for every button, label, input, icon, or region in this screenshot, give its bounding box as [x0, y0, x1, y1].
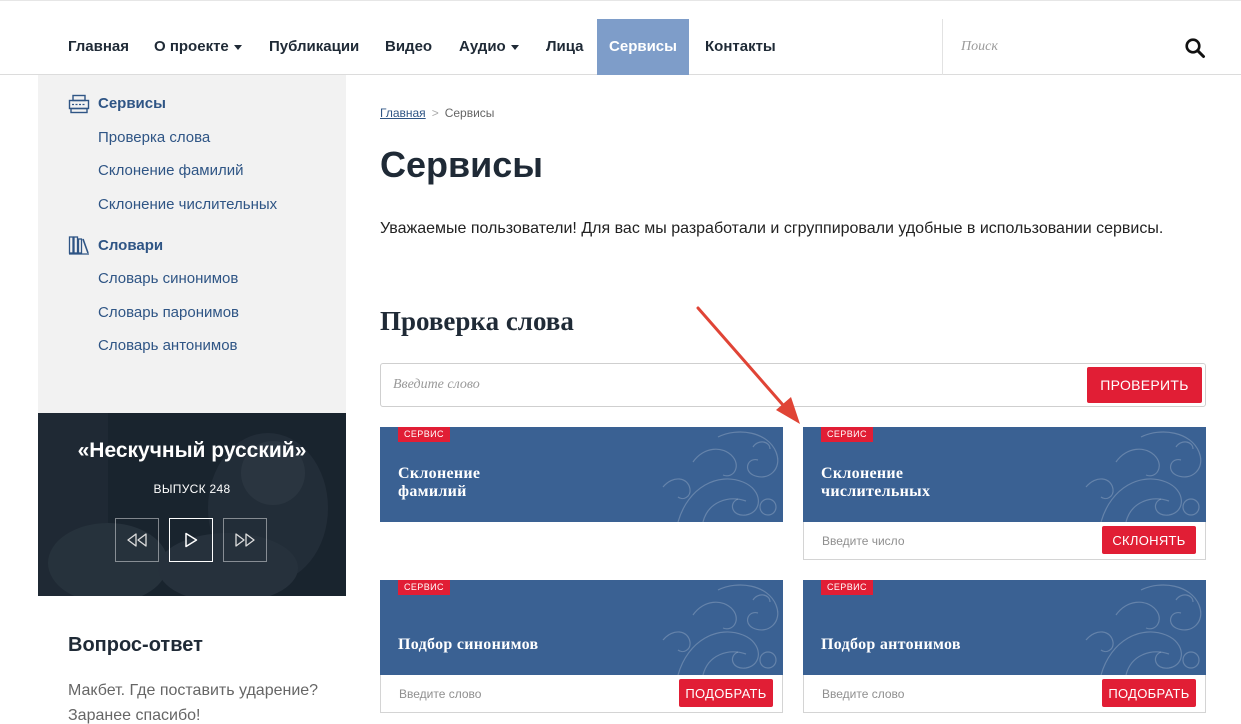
breadcrumb: Главная > Сервисы: [380, 106, 494, 120]
nav-item-contacts[interactable]: Контакты: [705, 19, 776, 75]
sidebar-group-dictionaries[interactable]: Словари: [98, 237, 163, 254]
sidebar-link-surnames[interactable]: Склонение фамилий: [98, 162, 244, 179]
check-button[interactable]: ПРОВЕРИТЬ: [1087, 367, 1202, 403]
card-banner[interactable]: СЕРВИС Склонение фамилий: [380, 427, 783, 522]
qa-title: Вопрос-ответ: [68, 634, 203, 656]
section-title-word-check: Проверка слова: [380, 306, 574, 336]
card-banner[interactable]: СЕРВИС Склонение числительных: [803, 427, 1206, 522]
play-button[interactable]: [169, 518, 213, 562]
nav-item-about[interactable]: О проекте: [154, 19, 242, 75]
service-badge: СЕРВИС: [821, 427, 873, 442]
caret-down-icon: [233, 44, 242, 50]
ornament-icon: [1085, 431, 1202, 522]
breadcrumb-separator: >: [431, 106, 439, 120]
sidebar-link-antonyms[interactable]: Словарь антонимов: [98, 337, 238, 354]
qa-question-link[interactable]: Макбет. Где поставить ударение? Заранее …: [68, 678, 338, 724]
ornament-icon: [662, 584, 779, 675]
play-icon: [185, 532, 198, 548]
ornament-icon: [662, 431, 779, 522]
nav-item-home[interactable]: Главная: [68, 19, 129, 75]
nav-item-publications[interactable]: Публикации: [269, 19, 359, 75]
service-badge: СЕРВИС: [398, 427, 450, 442]
page-title: Сервисы: [380, 144, 544, 185]
card-form: ПОДОБРАТЬ: [380, 675, 783, 713]
rewind-button[interactable]: [115, 518, 159, 562]
caret-down-icon: [510, 44, 519, 50]
card-title: Подбор синонимов: [398, 636, 539, 653]
number-input[interactable]: [822, 531, 1072, 551]
ornament-icon: [1085, 584, 1202, 675]
service-badge: СЕРВИС: [821, 580, 873, 595]
top-navigation: Главная О проекте Публикации Видео Аудио…: [0, 0, 1241, 75]
synonym-word-input[interactable]: [399, 684, 649, 704]
card-title: Склонение числительных: [821, 465, 931, 500]
sidebar-group-services[interactable]: Сервисы: [98, 95, 166, 112]
promo-issue: ВЫПУСК 248: [153, 482, 231, 496]
search-box: [942, 19, 1241, 75]
nav-item-services[interactable]: Сервисы: [597, 19, 689, 75]
search-input[interactable]: [961, 35, 1181, 59]
nav-item-audio[interactable]: Аудио: [459, 19, 519, 75]
typewriter-icon: [68, 94, 90, 114]
card-title: Склонение фамилий: [398, 465, 481, 500]
service-badge: СЕРВИС: [398, 580, 450, 595]
word-check-input[interactable]: [393, 374, 1043, 396]
sidebar-menu: Сервисы Проверка слова Склонение фамилий…: [38, 75, 346, 413]
card-banner[interactable]: СЕРВИС Подбор антонимов: [803, 580, 1206, 675]
card-form: ПОДОБРАТЬ: [803, 675, 1206, 713]
card-title: Подбор антонимов: [821, 636, 961, 653]
breadcrumb-current: Сервисы: [444, 106, 495, 120]
sidebar-link-synonyms[interactable]: Словарь синонимов: [98, 270, 238, 287]
antonym-word-input[interactable]: [822, 684, 1072, 704]
find-antonyms-button[interactable]: ПОДОБРАТЬ: [1102, 679, 1196, 707]
decline-button[interactable]: СКЛОНЯТЬ: [1102, 526, 1196, 554]
promo-title: «Нескучный русский»: [77, 439, 307, 462]
card-form: СКЛОНЯТЬ: [803, 522, 1206, 560]
breadcrumb-home-link[interactable]: Главная: [380, 106, 426, 120]
sidebar-link-word-check[interactable]: Проверка слова: [98, 129, 210, 146]
rewind-icon: [127, 533, 147, 547]
sidebar-link-paronyms[interactable]: Словарь паронимов: [98, 304, 239, 321]
intro-text: Уважаемые пользователи! Для вас мы разра…: [380, 220, 1164, 237]
nav-item-video[interactable]: Видео: [385, 19, 432, 75]
books-icon: [68, 236, 89, 255]
search-icon[interactable]: [1183, 36, 1207, 60]
fast-forward-button[interactable]: [223, 518, 267, 562]
nav-item-faces[interactable]: Лица: [546, 19, 584, 75]
podcast-promo[interactable]: «Нескучный русский» ВЫПУСК 248: [38, 413, 346, 596]
sidebar-link-numerals[interactable]: Склонение числительных: [98, 196, 277, 213]
card-banner[interactable]: СЕРВИС Подбор синонимов: [380, 580, 783, 675]
find-synonyms-button[interactable]: ПОДОБРАТЬ: [679, 679, 773, 707]
word-check-form: ПРОВЕРИТЬ: [380, 363, 1206, 407]
fast-forward-icon: [235, 533, 255, 547]
